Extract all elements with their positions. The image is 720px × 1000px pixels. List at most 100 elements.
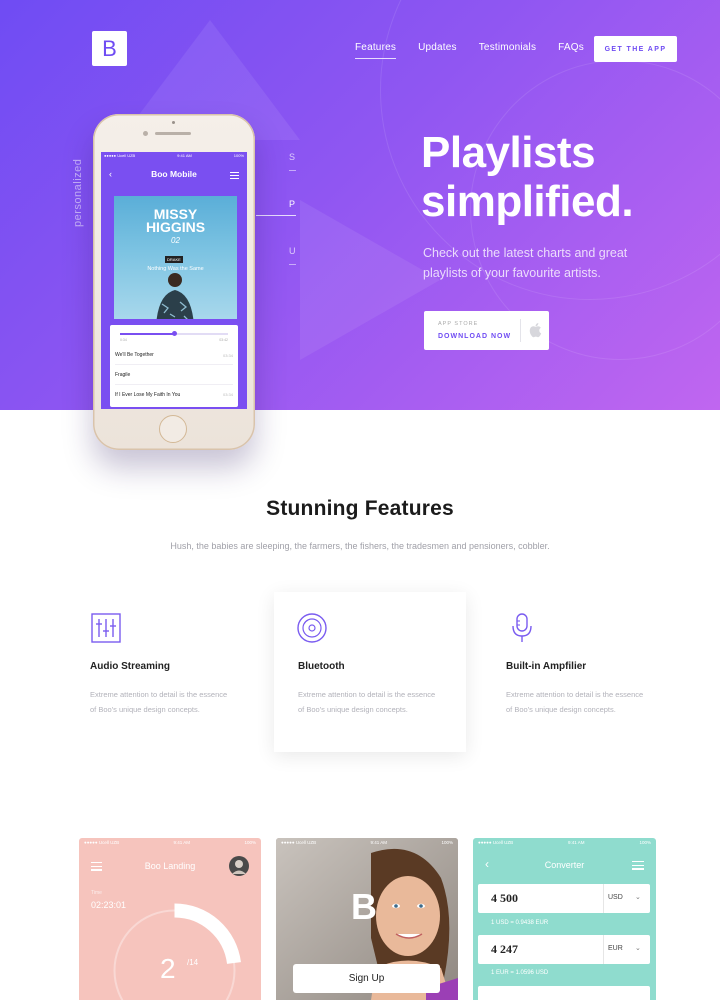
decor-triangle: [300, 200, 440, 360]
track-duration: 03:34: [222, 352, 233, 358]
pager-item-active[interactable]: P: [289, 199, 295, 209]
amount-input[interactable]: 4 247: [491, 942, 518, 957]
album-cover[interactable]: MISSY HIGGINS 02 DRAKE Nothing Was the S…: [114, 196, 237, 319]
phone-speaker: [155, 132, 191, 135]
status-bar: ●●●●● Ucell UZB 9:41 AM 100%: [281, 840, 453, 845]
feature-bluetooth[interactable]: Bluetooth Extreme attention to detail is…: [274, 592, 466, 752]
screen-title: Converter: [544, 860, 585, 870]
currency-select[interactable]: EUR: [608, 945, 623, 952]
disc-icon: [297, 613, 327, 643]
currency-select[interactable]: USD: [608, 894, 623, 901]
screen-landing[interactable]: ●●●●● Ucell UZB 9:41 AM 100% Boo Landing…: [79, 838, 261, 1000]
player-body: MISSY HIGGINS 02 DRAKE Nothing Was the S…: [101, 188, 247, 409]
hero-title-line2: simplified.: [421, 177, 634, 226]
apple-icon: [529, 323, 542, 338]
album-number: 02: [171, 236, 180, 245]
feature-title: Bluetooth: [298, 661, 345, 672]
chevron-down-icon: ⌄: [635, 894, 641, 901]
divider: [603, 884, 604, 913]
avatar[interactable]: [229, 856, 249, 876]
album-artist: MISSY HIGGINS: [114, 207, 237, 235]
feature-audio-streaming[interactable]: Audio Streaming Extreme attention to det…: [74, 592, 266, 752]
count-value: 2: [160, 953, 176, 984]
status-time: 9:41 AM: [370, 840, 388, 845]
menu-icon[interactable]: [230, 172, 239, 181]
app-store-button[interactable]: APP STORE DOWNLOAD NOW: [424, 311, 549, 350]
progress-fill: [120, 333, 174, 335]
status-bar: ●●●●● Ucell UZB 9:41 AM 100%: [84, 840, 256, 845]
converter-row[interactable]: 4 247 EUR ⌄: [478, 935, 650, 964]
nav-features[interactable]: Features: [355, 42, 397, 59]
phone-screen: ●●●●● Ucell UZB 9:41 AM 100% ‹ Boo Mobil…: [101, 152, 247, 409]
progress-ring: [113, 903, 241, 1000]
pager-item[interactable]: S: [289, 152, 295, 162]
feature-desc: Extreme attention to detail is the essen…: [90, 690, 228, 714]
track-title: If I Ever Lose My Faith In You: [115, 391, 181, 398]
features-subtitle: Hush, the babies are sleeping, the farme…: [170, 541, 550, 551]
status-carrier: ●●●●● Ucell UZB: [281, 840, 317, 845]
time-start: 0:34: [120, 338, 127, 342]
pager-tick: [289, 170, 296, 171]
microphone-icon: [512, 613, 532, 642]
pager-active-line: [256, 215, 296, 216]
playlist-card: 0:34 03:42 We'll Be Together 03:34 Fragi…: [110, 325, 238, 407]
nav-testimonials[interactable]: Testimonials: [479, 42, 536, 59]
feature-title: Audio Streaming: [90, 661, 171, 672]
status-battery: 100%: [441, 840, 453, 845]
sign-up-button[interactable]: Sign Up: [293, 964, 440, 993]
count-total: /14: [187, 958, 199, 967]
status-carrier: ●●●●● Ucell UZB: [478, 840, 514, 845]
album-tag: DRAKE: [165, 256, 183, 263]
artist-photo: [156, 273, 194, 319]
screen-converter[interactable]: ●●●●● Ucell UZB 9:41 AM 100% ‹ Converter…: [473, 838, 656, 1000]
status-battery: 100%: [244, 840, 256, 845]
status-battery: 100%: [233, 153, 244, 158]
progress-times: 0:34 03:42: [120, 338, 228, 342]
hero-title-line1: Playlists: [421, 128, 596, 177]
equalizer-icon: [91, 613, 121, 643]
amount-input[interactable]: 4 500: [491, 891, 518, 906]
status-time: 9:41 AM: [568, 840, 585, 845]
get-the-app-button[interactable]: GET THE APP: [594, 36, 677, 62]
screen-signup[interactable]: ●●●●● Ucell UZB 9:41 AM 100% B Sign Up: [276, 838, 458, 1000]
menu-icon[interactable]: [632, 861, 644, 872]
converter-row[interactable]: 4 500 USD ⌄: [478, 884, 650, 913]
main-nav: Features Updates Testimonials FAQs: [355, 42, 584, 59]
store-big-label: DOWNLOAD NOW: [438, 333, 512, 340]
store-small-label: APP STORE: [438, 321, 479, 327]
nav-updates[interactable]: Updates: [418, 42, 457, 59]
pager-item[interactable]: U: [289, 246, 296, 256]
track-item[interactable]: If I Ever Lose My Faith In You 03:34: [115, 385, 233, 404]
home-button: [159, 415, 187, 443]
phone-sensor: [172, 121, 175, 124]
brand-logo[interactable]: B: [92, 31, 127, 66]
feature-title: Built-in Ampfilier: [506, 661, 587, 672]
progress-bar[interactable]: [120, 331, 228, 336]
phone-camera: [143, 131, 148, 136]
album-song: Nothing Was the Same: [147, 266, 204, 272]
feature-desc: Extreme attention to detail is the essen…: [506, 690, 644, 714]
track-item[interactable]: We'll Be Together 03:34: [115, 346, 233, 365]
hero-title: Playlists simplified.: [421, 128, 634, 226]
side-label: personalized: [50, 155, 90, 235]
rate-text: 1 EUR = 1.0596 USD: [491, 970, 549, 976]
track-item[interactable]: Fragile: [115, 366, 233, 385]
nav-faqs[interactable]: FAQs: [558, 42, 584, 59]
album-artist-line2: HIGGINS: [145, 219, 206, 235]
app-title: Boo Mobile: [151, 169, 197, 179]
side-label-text: personalized: [72, 158, 84, 227]
status-carrier: ●●●●● Ucell UZB: [104, 153, 136, 158]
status-battery: 100%: [639, 840, 651, 845]
status-bar: ●●●●● Ucell UZB 9:41 AM 100%: [478, 840, 651, 845]
hero-subtitle: Check out the latest charts and great pl…: [423, 246, 628, 280]
phone-mockup: ●●●●● Ucell UZB 9:41 AM 100% ‹ Boo Mobil…: [93, 114, 255, 450]
track-duration: 03:34: [222, 392, 233, 397]
progress-knob[interactable]: [171, 331, 177, 336]
store-divider: [520, 319, 521, 342]
converter-row[interactable]: [478, 986, 650, 1000]
time-label: Time: [91, 890, 102, 896]
feature-built-in-amplifier[interactable]: Built-in Ampfilier Extreme attention to …: [490, 592, 682, 752]
divider: [603, 935, 604, 964]
status-bar: ●●●●● Ucell UZB 9:41 AM 100%: [104, 153, 244, 158]
status-time: 9:41 AM: [173, 840, 191, 845]
